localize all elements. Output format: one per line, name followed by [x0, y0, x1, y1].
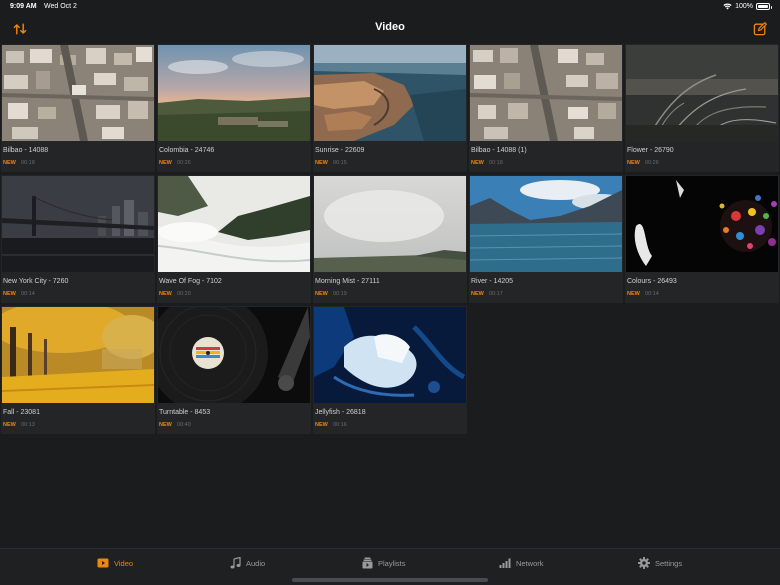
video-thumbnail[interactable] [470, 176, 622, 272]
tab-network[interactable]: Network [499, 556, 544, 570]
video-thumbnail[interactable] [2, 307, 154, 403]
new-badge: NEW [627, 291, 640, 297]
video-duration: 00:26 [177, 160, 191, 166]
video-cell[interactable]: Morning Mist - 27111 NEW 00:19 [313, 175, 467, 303]
video-thumbnail[interactable] [470, 45, 622, 141]
video-cell[interactable]: Wave Of Fog - 7102 NEW 00:20 [157, 175, 311, 303]
playlist-icon [362, 557, 373, 569]
video-duration: 00:40 [177, 422, 191, 428]
video-title: Turntable - 8453 [159, 409, 211, 416]
network-icon [499, 558, 511, 568]
video-title: Sunrise - 22609 [315, 147, 365, 154]
video-cell[interactable]: Bilbao - 14088 NEW 00:18 [1, 44, 155, 172]
video-cell[interactable]: New York City - 7260 NEW 00:14 [1, 175, 155, 303]
video-thumbnail[interactable] [2, 45, 154, 141]
wifi-icon [723, 3, 732, 10]
status-right: 100% [723, 3, 772, 10]
video-duration: 00:20 [177, 291, 191, 297]
new-badge: NEW [159, 422, 172, 428]
video-cell[interactable]: Jellyfish - 26818 NEW 00:16 [313, 306, 467, 434]
edit-icon[interactable] [752, 21, 768, 37]
status-time: 9:09 AM [10, 3, 37, 10]
video-title: Colours - 26493 [627, 278, 677, 285]
video-duration: 00:18 [21, 160, 35, 166]
page-title: Video [375, 21, 405, 33]
new-badge: NEW [315, 160, 328, 166]
new-badge: NEW [3, 291, 16, 297]
video-cell[interactable]: Bilbao - 14088 (1) NEW 00:18 [469, 44, 623, 172]
tab-audio[interactable]: Audio [230, 556, 265, 570]
video-title: Bilbao - 14088 (1) [471, 147, 527, 154]
new-badge: NEW [471, 291, 484, 297]
video-cell[interactable]: Colombia - 24746 NEW 00:26 [157, 44, 311, 172]
video-duration: 00:17 [489, 291, 503, 297]
tab-settings[interactable]: Settings [638, 556, 682, 570]
battery-percent: 100% [735, 3, 753, 10]
video-title: Jellyfish - 26818 [315, 409, 366, 416]
video-cell[interactable]: Turntable - 8453 NEW 00:40 [157, 306, 311, 434]
tab-playlists[interactable]: Playlists [362, 556, 406, 570]
status-date: Wed Oct 2 [44, 3, 77, 10]
tab-label: Settings [655, 558, 683, 568]
music-note-icon [230, 557, 241, 569]
video-title: River - 14205 [471, 278, 514, 285]
new-badge: NEW [315, 291, 328, 297]
video-title: Fall - 23081 [3, 409, 40, 416]
video-duration: 00:18 [489, 160, 503, 166]
video-title: Morning Mist - 27111 [315, 278, 380, 285]
video-cell[interactable]: Flower - 26790 NEW 00:26 [625, 44, 779, 172]
video-duration: 00:14 [21, 291, 35, 297]
new-badge: NEW [3, 422, 16, 428]
new-badge: NEW [315, 422, 328, 428]
tab-label: Video [114, 558, 134, 568]
video-title: Wave Of Fog - 7102 [159, 278, 222, 285]
tab-label: Network [516, 558, 544, 568]
battery-icon [756, 3, 772, 10]
new-badge: NEW [627, 160, 640, 166]
video-icon [97, 558, 109, 568]
video-title: Flower - 26790 [627, 147, 674, 154]
video-duration: 00:16 [333, 422, 347, 428]
video-thumbnail[interactable] [314, 45, 466, 141]
tab-label: Audio [246, 558, 266, 568]
status-bar: 9:09 AM Wed Oct 2 100% [0, 0, 780, 14]
navigation-bar: Video [0, 16, 780, 42]
video-thumbnail[interactable] [314, 307, 466, 403]
new-badge: NEW [3, 160, 16, 166]
video-cell[interactable]: River - 14205 NEW 00:17 [469, 175, 623, 303]
video-title: New York City - 7260 [3, 278, 69, 285]
video-thumbnail[interactable] [626, 45, 778, 141]
video-duration: 00:15 [333, 160, 347, 166]
video-cell[interactable]: Sunrise - 22609 NEW 00:15 [313, 44, 467, 172]
video-cell[interactable]: Colours - 26493 NEW 00:14 [625, 175, 779, 303]
video-thumbnail[interactable] [2, 176, 154, 272]
video-duration: 00:14 [645, 291, 659, 297]
gear-icon [638, 557, 650, 569]
new-badge: NEW [159, 160, 172, 166]
video-thumbnail[interactable] [158, 307, 310, 403]
video-thumbnail[interactable] [158, 176, 310, 272]
video-title: Bilbao - 14088 [3, 147, 49, 154]
tab-video[interactable]: Video [97, 556, 133, 570]
video-title: Colombia - 24746 [159, 147, 215, 154]
video-duration: 00:13 [21, 422, 35, 428]
video-thumbnail[interactable] [626, 176, 778, 272]
video-thumbnail[interactable] [158, 45, 310, 141]
video-thumbnail[interactable] [314, 176, 466, 272]
home-indicator[interactable] [292, 578, 488, 582]
video-duration: 00:26 [645, 160, 659, 166]
new-badge: NEW [159, 291, 172, 297]
new-badge: NEW [471, 160, 484, 166]
video-cell[interactable]: Fall - 23081 NEW 00:13 [1, 306, 155, 434]
video-duration: 00:19 [333, 291, 347, 297]
tab-bar: Video Audio Playlists Network Settings [0, 548, 780, 585]
tab-label: Playlists [378, 558, 406, 568]
